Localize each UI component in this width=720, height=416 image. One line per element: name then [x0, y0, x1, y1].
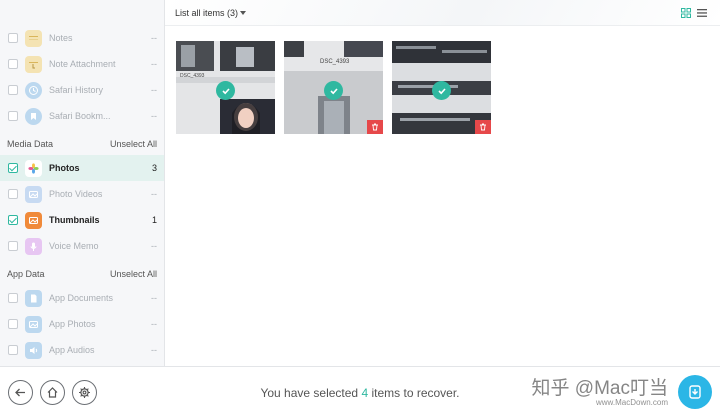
checkbox[interactable] — [8, 293, 18, 303]
checkbox[interactable] — [8, 33, 18, 43]
item-count: -- — [151, 189, 157, 199]
sidebar-item-label: Safari Bookm... — [49, 111, 111, 121]
item-count: -- — [151, 345, 157, 355]
sidebar-item-label: App Documents — [49, 293, 114, 303]
checkbox[interactable] — [8, 111, 18, 121]
item-count: 1 — [151, 215, 157, 225]
filter-dropdown[interactable]: List all items (3) — [175, 8, 238, 18]
check-icon[interactable] — [216, 81, 235, 100]
checkbox-checked[interactable] — [8, 215, 18, 225]
sidebar-item-app-audios[interactable]: App Audios -- — [0, 337, 164, 363]
photo-caption: DSC_4393 — [180, 73, 205, 79]
check-icon[interactable] — [324, 81, 343, 100]
item-count: -- — [151, 241, 157, 251]
sidebar-item-app-documents[interactable]: App Documents -- — [0, 285, 164, 311]
item-count: -- — [151, 59, 157, 69]
footer-bar: You have selected 4 items to recover. 知乎… — [0, 366, 720, 416]
item-count: -- — [151, 319, 157, 329]
sidebar-item-label: App Audios — [49, 345, 95, 355]
sidebar-item-label: Photo Videos — [49, 189, 103, 199]
voice-memo-icon — [25, 237, 42, 255]
checkbox[interactable] — [8, 189, 18, 199]
sidebar-item-voice-memo[interactable]: Voice Memo -- — [0, 233, 164, 259]
safari-history-icon — [25, 81, 42, 99]
status-prefix: You have selected — [260, 386, 359, 400]
status-suffix: items to recover. — [371, 386, 460, 400]
app-photos-icon — [25, 315, 42, 333]
trash-icon[interactable] — [475, 120, 491, 134]
section-title: Media Data — [7, 139, 54, 149]
sidebar-item-label: App Photos — [49, 319, 96, 329]
toolbar: List all items (3) — [165, 0, 720, 26]
photo-videos-icon — [25, 185, 42, 203]
section-title: App Data — [7, 269, 45, 279]
chevron-down-icon[interactable] — [240, 11, 246, 15]
sidebar-item-label: Safari History — [49, 85, 104, 95]
unselect-all-media-button[interactable]: Unselect All — [110, 139, 157, 149]
sidebar-item-label: Voice Memo — [49, 241, 99, 251]
item-count: -- — [151, 33, 157, 43]
sidebar-item-notes[interactable]: Notes -- — [0, 25, 164, 51]
sidebar-item-photo-videos[interactable]: Photo Videos -- — [0, 181, 164, 207]
trash-icon[interactable] — [367, 120, 383, 134]
item-count: -- — [151, 85, 157, 95]
watermark: 知乎 @Mac叮当 — [531, 378, 668, 399]
checkbox[interactable] — [8, 345, 18, 355]
checkbox-checked[interactable] — [8, 163, 18, 173]
sidebar-item-thumbnails[interactable]: Thumbnails 1 — [0, 207, 164, 233]
checkbox[interactable] — [8, 59, 18, 69]
sidebar-item-safari-history[interactable]: Safari History -- — [0, 77, 164, 103]
watermark-url: www.MacDown.com — [595, 398, 668, 407]
notes-icon — [25, 29, 42, 47]
sidebar-item-label: Note Attachment — [49, 59, 116, 69]
sidebar-item-label: Thumbnails — [49, 215, 100, 225]
sidebar-item-photos[interactable]: Photos 3 — [0, 155, 164, 181]
photos-icon — [25, 159, 42, 177]
main-content: List all items (3) DSC_4393 DSC_4393 — [165, 0, 720, 366]
selected-count: 4 — [361, 386, 369, 400]
app-data-section-header: App Data Unselect All — [0, 264, 164, 284]
grid-view-icon[interactable] — [681, 8, 691, 18]
sidebar-item-label: Notes — [49, 33, 73, 43]
note-attachment-icon — [25, 55, 42, 73]
recover-button[interactable] — [678, 375, 712, 409]
thumbnails-icon — [25, 211, 42, 229]
checkbox[interactable] — [8, 241, 18, 251]
app-audios-icon — [25, 341, 42, 359]
recover-icon — [689, 385, 701, 399]
photo-thumbnail[interactable]: DSC_4393 — [284, 41, 383, 134]
photo-caption: DSC_4393 — [320, 59, 350, 65]
item-count: 3 — [151, 163, 157, 173]
list-view-icon[interactable] — [697, 8, 707, 18]
checkbox[interactable] — [8, 319, 18, 329]
media-data-section-header: Media Data Unselect All — [0, 134, 164, 154]
sidebar-item-safari-bookmark[interactable]: Safari Bookm... -- — [0, 103, 164, 129]
checkbox[interactable] — [8, 85, 18, 95]
safari-bookmark-icon — [25, 107, 42, 125]
sidebar-item-app-photos[interactable]: App Photos -- — [0, 311, 164, 337]
item-count: -- — [151, 293, 157, 303]
sidebar-item-label: Photos — [49, 163, 80, 173]
unselect-all-app-button[interactable]: Unselect All — [110, 269, 157, 279]
sidebar: Notes -- Note Attachment -- Safari Histo… — [0, 0, 165, 366]
item-count: -- — [151, 111, 157, 121]
check-icon[interactable] — [432, 81, 451, 100]
photo-thumbnail[interactable] — [392, 41, 491, 134]
photo-thumbnail[interactable]: DSC_4393 — [176, 41, 275, 134]
app-documents-icon — [25, 289, 42, 307]
sidebar-item-note-attachment[interactable]: Note Attachment -- — [0, 51, 164, 77]
